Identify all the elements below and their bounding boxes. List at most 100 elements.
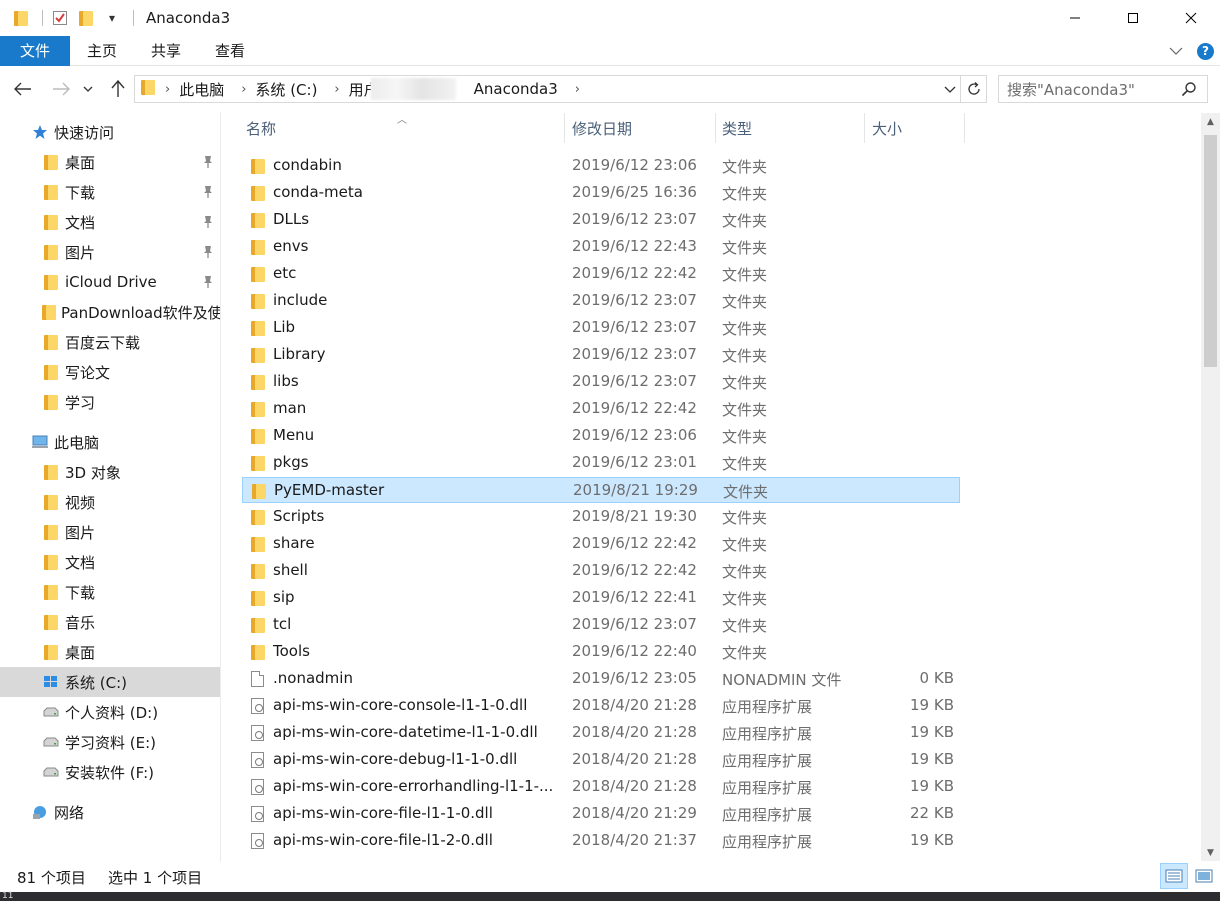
- column-header-name[interactable]: 名称: [246, 113, 276, 143]
- minimize-button[interactable]: [1046, 0, 1104, 36]
- file-row[interactable]: api-ms-win-core-file-l1-1-0.dll 2018/4/20…: [242, 801, 960, 827]
- file-row[interactable]: include 2019/6/12 23:07 文件夹: [242, 288, 960, 314]
- file-row[interactable]: condabin 2019/6/12 23:06 文件夹: [242, 153, 960, 179]
- sidebar-item[interactable]: 系统 (C:): [0, 667, 220, 697]
- sidebar-item[interactable]: PanDownload软件及使: [0, 297, 220, 327]
- file-row[interactable]: PyEMD-master 2019/8/21 19:29 文件夹: [242, 477, 960, 503]
- column-divider[interactable]: [864, 113, 865, 143]
- column-header-size[interactable]: 大小: [872, 113, 902, 143]
- file-row[interactable]: share 2019/6/12 22:42 文件夹: [242, 531, 960, 557]
- sidebar-item[interactable]: 学习资料 (E:): [0, 727, 220, 757]
- new-folder-icon[interactable]: [75, 7, 97, 29]
- breadcrumb-separator[interactable]: ›: [334, 82, 339, 97]
- sidebar-item[interactable]: 桌面: [0, 637, 220, 667]
- file-row[interactable]: api-ms-win-core-debug-l1-1-0.dll 2018/4/2…: [242, 747, 960, 773]
- sidebar-item[interactable]: 个人资料 (D:): [0, 697, 220, 727]
- sidebar-item[interactable]: 安装软件 (F:): [0, 757, 220, 787]
- forward-button[interactable]: [46, 74, 76, 104]
- breadcrumb-separator[interactable]: ›: [165, 82, 170, 97]
- close-button[interactable]: [1162, 0, 1220, 36]
- folder-icon[interactable]: [10, 7, 32, 29]
- breadcrumb-users[interactable]: 用户: [349, 79, 371, 100]
- sidebar-item[interactable]: 音乐: [0, 607, 220, 637]
- breadcrumb-separator[interactable]: ›: [241, 82, 246, 97]
- maximize-button[interactable]: [1104, 0, 1162, 36]
- file-row[interactable]: api-ms-win-core-errorhandling-l1-1-... 20…: [242, 774, 960, 800]
- sidebar-item[interactable]: 百度云下载: [0, 327, 220, 357]
- breadcrumb-drive-c[interactable]: 系统 (C:): [255, 79, 317, 100]
- search-icon[interactable]: [1181, 81, 1197, 101]
- file-row[interactable]: libs 2019/6/12 23:07 文件夹: [242, 369, 960, 395]
- back-button[interactable]: [8, 74, 38, 104]
- sidebar-item[interactable]: 图片: [0, 237, 220, 267]
- properties-icon[interactable]: [49, 7, 71, 29]
- pin-icon[interactable]: [202, 245, 214, 263]
- file-row[interactable]: man 2019/6/12 22:42 文件夹: [242, 396, 960, 422]
- expand-ribbon-icon[interactable]: [1169, 42, 1183, 60]
- sidebar-item[interactable]: 视频: [0, 487, 220, 517]
- tab-share[interactable]: 共享: [134, 36, 198, 66]
- pin-icon[interactable]: [202, 155, 214, 173]
- tab-home[interactable]: 主页: [70, 36, 134, 66]
- sidebar-item[interactable]: 文档: [0, 207, 220, 237]
- breadcrumb-this-pc[interactable]: 此电脑: [179, 79, 224, 100]
- file-date: 2018/4/20 21:28: [572, 777, 697, 795]
- pin-icon[interactable]: [202, 185, 214, 203]
- column-header-date[interactable]: 修改日期: [572, 113, 632, 143]
- search-input[interactable]: 搜索"Anaconda3": [998, 75, 1208, 103]
- details-view-button[interactable]: [1160, 863, 1188, 889]
- sidebar-item[interactable]: 图片: [0, 517, 220, 547]
- scroll-up-icon[interactable]: ▲: [1201, 113, 1220, 130]
- file-row[interactable]: envs 2019/6/12 22:43 文件夹: [242, 234, 960, 260]
- help-icon[interactable]: ?: [1197, 42, 1214, 60]
- column-header-type[interactable]: 类型: [722, 113, 752, 143]
- sidebar-item[interactable]: 写论文: [0, 357, 220, 387]
- file-row[interactable]: Menu 2019/6/12 23:06 文件夹: [242, 423, 960, 449]
- address-bar[interactable]: › 此电脑 › 系统 (C:) › 用户 Anaconda3 ›: [134, 75, 961, 103]
- sidebar-item[interactable]: 快速访问: [0, 117, 220, 147]
- refresh-button[interactable]: [961, 75, 987, 103]
- column-divider[interactable]: [564, 113, 565, 143]
- file-row[interactable]: api-ms-win-core-console-l1-1-0.dll 2018/4…: [242, 693, 960, 719]
- up-button[interactable]: [103, 74, 133, 104]
- file-row[interactable]: api-ms-win-core-datetime-l1-1-0.dll 2018/…: [242, 720, 960, 746]
- sidebar-item[interactable]: 此电脑: [0, 427, 220, 457]
- file-row[interactable]: sip 2019/6/12 22:41 文件夹: [242, 585, 960, 611]
- file-row[interactable]: DLLs 2019/6/12 23:07 文件夹: [242, 207, 960, 233]
- file-row[interactable]: .nonadmin 2019/6/12 23:05 NONADMIN 文件 0 KB: [242, 666, 960, 692]
- vertical-scrollbar[interactable]: ▲ ▼: [1201, 113, 1220, 861]
- pin-icon[interactable]: [202, 215, 214, 233]
- file-row[interactable]: Library 2019/6/12 23:07 文件夹: [242, 342, 960, 368]
- column-divider[interactable]: [964, 113, 965, 143]
- file-row[interactable]: Lib 2019/6/12 23:07 文件夹: [242, 315, 960, 341]
- file-row[interactable]: Scripts 2019/8/21 19:30 文件夹: [242, 504, 960, 530]
- recent-locations-button[interactable]: [78, 74, 98, 104]
- sidebar-item[interactable]: 网络: [0, 797, 220, 827]
- pin-icon[interactable]: [202, 275, 214, 293]
- breadcrumb-anaconda3[interactable]: Anaconda3: [474, 80, 558, 98]
- sidebar-item[interactable]: 文档: [0, 547, 220, 577]
- sidebar-item[interactable]: 下载: [0, 577, 220, 607]
- file-row[interactable]: conda-meta 2019/6/25 16:36 文件夹: [242, 180, 960, 206]
- sidebar-item[interactable]: 桌面: [0, 147, 220, 177]
- file-row[interactable]: shell 2019/6/12 22:42 文件夹: [242, 558, 960, 584]
- file-row[interactable]: Tools 2019/6/12 22:40 文件夹: [242, 639, 960, 665]
- scroll-down-icon[interactable]: ▼: [1201, 844, 1220, 861]
- scrollbar-thumb[interactable]: [1204, 135, 1217, 367]
- file-row[interactable]: tcl 2019/6/12 23:07 文件夹: [242, 612, 960, 638]
- tab-view[interactable]: 查看: [198, 36, 262, 66]
- file-row[interactable]: api-ms-win-core-file-l1-2-0.dll 2018/4/20…: [242, 828, 960, 854]
- large-icons-view-button[interactable]: [1190, 863, 1218, 889]
- sidebar-item[interactable]: 学习: [0, 387, 220, 417]
- column-divider[interactable]: [715, 113, 716, 143]
- tab-file[interactable]: 文件: [0, 35, 70, 66]
- customize-toolbar-dropdown[interactable]: ▾: [101, 7, 123, 29]
- sidebar-item[interactable]: 3D 对象: [0, 457, 220, 487]
- sidebar-item[interactable]: iCloud Drive: [0, 267, 220, 297]
- breadcrumb-separator[interactable]: ›: [575, 82, 580, 97]
- file-name: Lib: [273, 318, 296, 336]
- file-row[interactable]: pkgs 2019/6/12 23:01 文件夹: [242, 450, 960, 476]
- address-history-dropdown[interactable]: [944, 80, 956, 102]
- sidebar-item[interactable]: 下载: [0, 177, 220, 207]
- file-row[interactable]: etc 2019/6/12 22:42 文件夹: [242, 261, 960, 287]
